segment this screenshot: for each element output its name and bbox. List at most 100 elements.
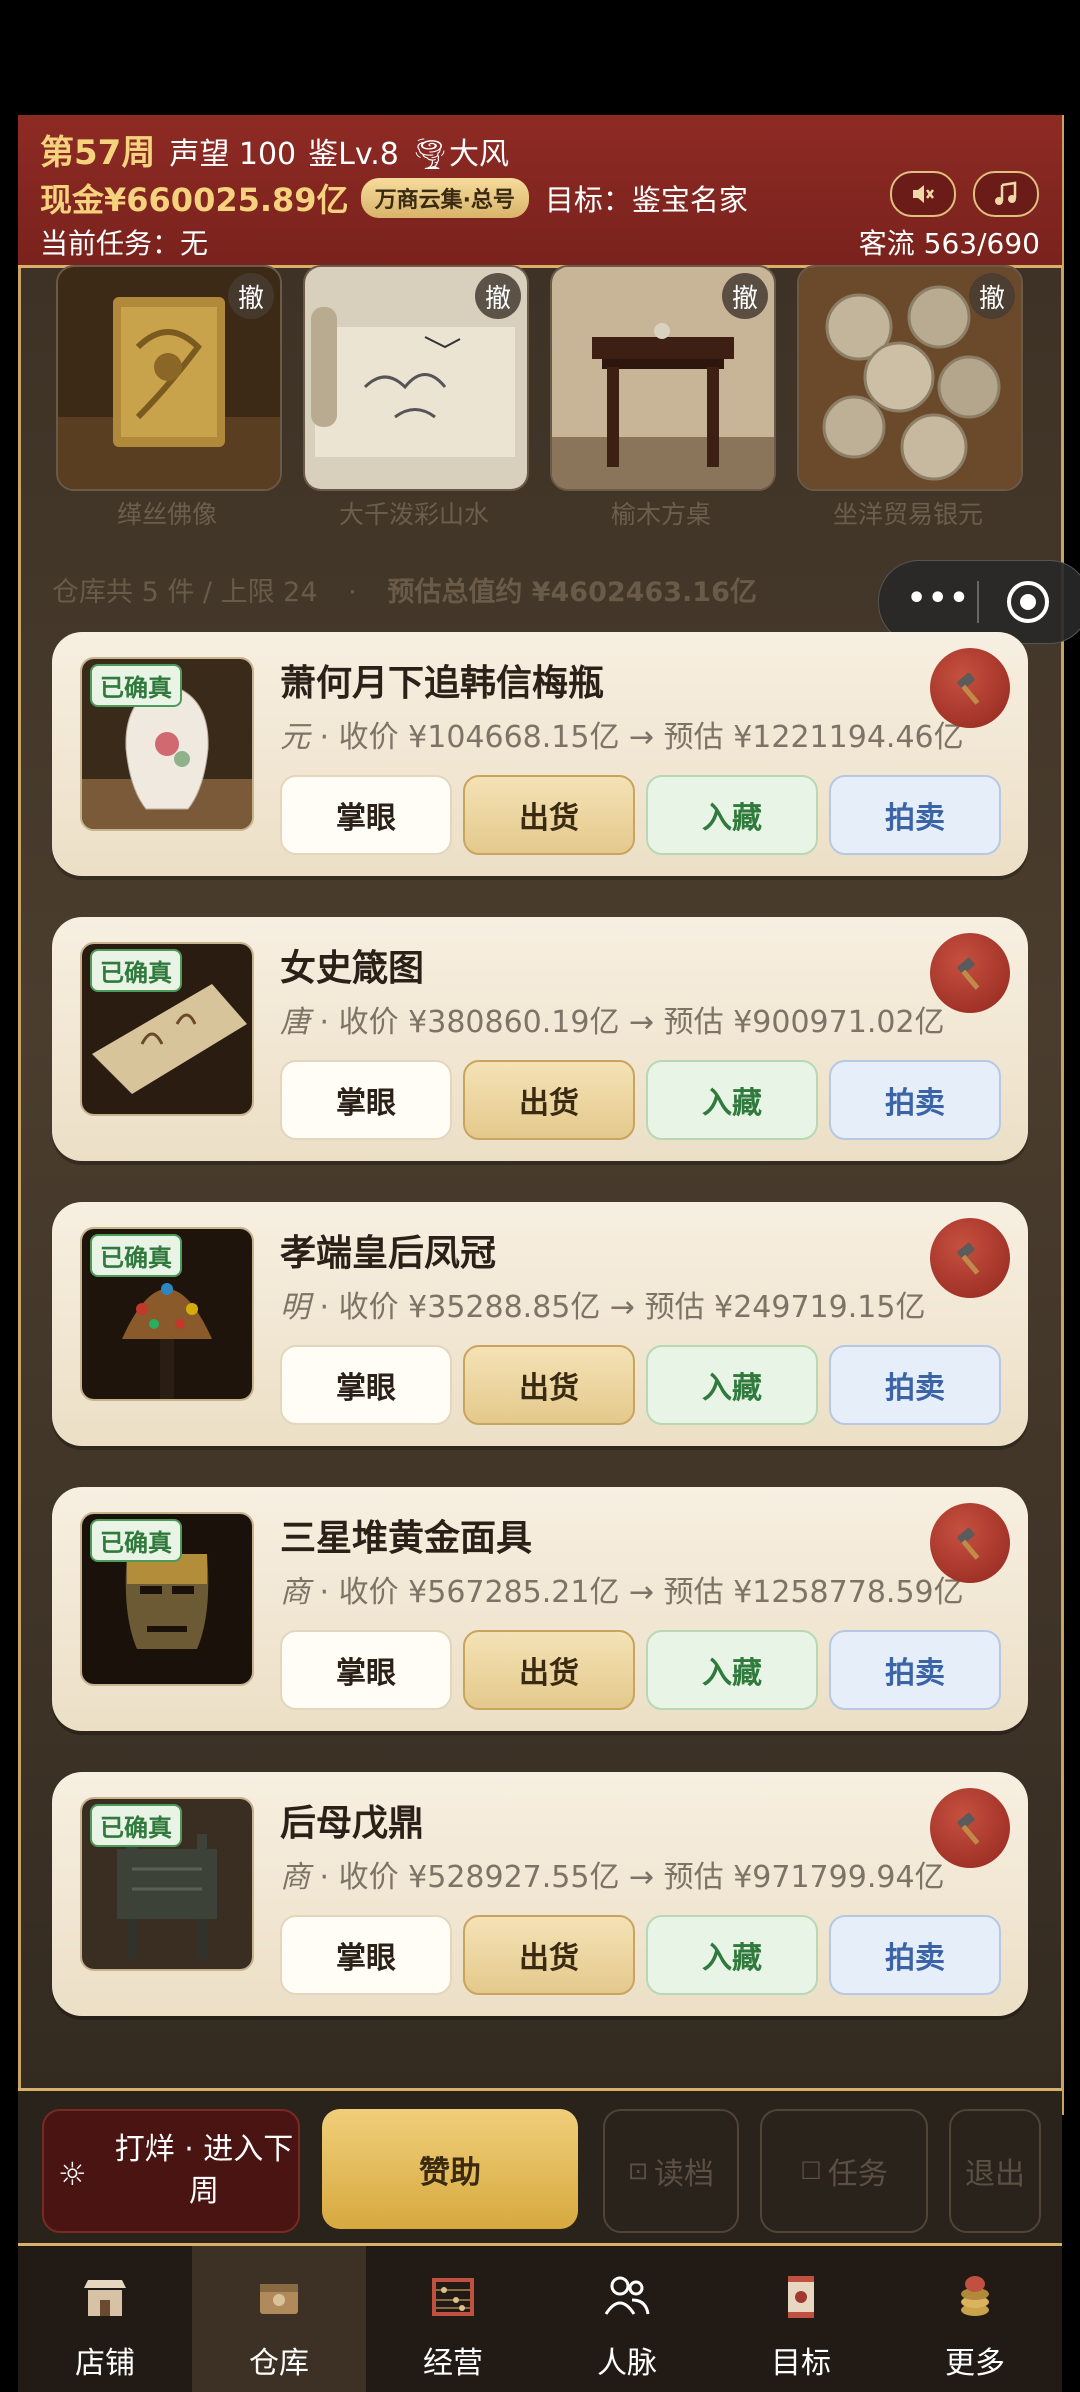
collect-button[interactable]: 入藏 bbox=[646, 1915, 818, 1995]
undo-button[interactable]: 撤 bbox=[228, 273, 274, 319]
sun-icon: ☼ bbox=[58, 2155, 87, 2193]
verified-tag: 已确真 bbox=[90, 1804, 182, 1847]
shelf-item-name: 榆木方桌 bbox=[610, 500, 711, 529]
auction-hammer-button[interactable] bbox=[930, 1503, 1010, 1583]
inventory-card: 已确真 后母戊鼎 商 · 收价 ¥528927.55亿 → 预估 ¥971799… bbox=[52, 1772, 1028, 2016]
collect-button[interactable]: 入藏 bbox=[646, 1630, 818, 1710]
tab-network[interactable]: 人脉 bbox=[540, 2246, 714, 2392]
collect-button[interactable]: 入藏 bbox=[646, 775, 818, 855]
more-menu-button[interactable]: ••• bbox=[907, 581, 971, 616]
inspect-button[interactable]: 掌眼 bbox=[280, 1345, 452, 1425]
customer-flow-label: 客流 563/690 bbox=[858, 227, 1040, 260]
hammer-icon bbox=[957, 1242, 980, 1275]
tab-goals[interactable]: 目标 bbox=[714, 2246, 888, 2392]
item-dynasty: 商 bbox=[280, 1860, 310, 1895]
shelf-item-name: 大千泼彩山水 bbox=[338, 500, 489, 529]
auction-button[interactable]: 拍卖 bbox=[829, 1060, 1001, 1140]
shelf-item-name: 缂丝佛像 bbox=[116, 500, 217, 529]
sell-button[interactable]: 出货 bbox=[463, 1060, 635, 1140]
verified-tag: 已确真 bbox=[90, 1234, 182, 1277]
item-dynasty: 明 bbox=[280, 1290, 310, 1325]
load-save-label: 读档 bbox=[654, 2157, 715, 2192]
tab-shop[interactable]: 店铺 bbox=[18, 2246, 192, 2392]
item-price-info: · 收价 ¥380860.19亿 → 预估 ¥900971.02亿 bbox=[310, 1005, 945, 1040]
close-shop-button[interactable]: ☼ 打烊 · 进入下周 bbox=[42, 2109, 300, 2233]
undo-button[interactable]: 撤 bbox=[969, 273, 1015, 319]
shop-icon bbox=[84, 2280, 126, 2316]
item-price-info: · 收价 ¥528927.55亿 → 预估 ¥971799.94亿 bbox=[310, 1860, 945, 1895]
scroll-target-icon bbox=[788, 2276, 814, 2318]
item-price-info: · 收价 ¥104668.15亿 → 预估 ¥1221194.46亿 bbox=[310, 720, 964, 755]
auction-hammer-button[interactable] bbox=[930, 648, 1010, 728]
auction-hammer-button[interactable] bbox=[930, 933, 1010, 1013]
shelf-item-name: 坐洋贸易银元 bbox=[832, 500, 983, 529]
hammer-icon bbox=[957, 672, 980, 705]
tab-label: 人脉 bbox=[597, 2346, 657, 2381]
item-meta: 商 · 收价 ¥567285.21亿 → 预估 ¥1258778.59亿 bbox=[280, 1567, 1020, 1611]
sell-button[interactable]: 出货 bbox=[463, 1630, 635, 1710]
inspect-button[interactable]: 掌眼 bbox=[280, 1060, 452, 1140]
undo-button[interactable]: 撤 bbox=[722, 273, 768, 319]
tab-label: 经营 bbox=[423, 2346, 483, 2381]
header-stats-row: 第57周 声望 100 鉴Lv.8 🌪大风 bbox=[40, 125, 509, 174]
item-meta: 唐 · 收价 ¥380860.19亿 → 预估 ¥900971.02亿 bbox=[280, 997, 1020, 1041]
shelf-item[interactable]: 撤 大千泼彩山水 bbox=[303, 265, 529, 531]
auction-hammer-button[interactable] bbox=[930, 1788, 1010, 1868]
close-miniprogram-icon[interactable] bbox=[1007, 581, 1049, 623]
sponsor-button[interactable]: 赞助 bbox=[322, 2109, 578, 2229]
cash-label: 现金¥660025.89亿 bbox=[40, 181, 349, 219]
shelf-item-image: 撤 bbox=[56, 265, 282, 491]
current-task-label: 当前任务：无 bbox=[40, 227, 209, 260]
tab-more[interactable]: 更多 bbox=[888, 2246, 1062, 2392]
shelf-item[interactable]: 撤 榆木方桌 bbox=[550, 265, 776, 531]
verified-tag: 已确真 bbox=[90, 949, 182, 992]
item-meta: 元 · 收价 ¥104668.15亿 → 预估 ¥1221194.46亿 bbox=[280, 712, 1020, 756]
music-note-icon bbox=[995, 181, 1017, 205]
undo-button[interactable]: 撤 bbox=[475, 273, 521, 319]
item-title: 后母戊鼎 bbox=[280, 1803, 425, 1844]
store-badge[interactable]: 万商云集·总号 bbox=[360, 178, 529, 218]
close-shop-label: 打烊 · 进入下周 bbox=[114, 2132, 294, 2209]
tab-business[interactable]: 经营 bbox=[366, 2246, 540, 2392]
mute-button[interactable] bbox=[890, 171, 956, 217]
tab-label: 目标 bbox=[771, 2346, 831, 2381]
item-price-info: · 收价 ¥35288.85亿 → 预估 ¥249719.15亿 bbox=[310, 1290, 926, 1325]
inspect-button[interactable]: 掌眼 bbox=[280, 775, 452, 855]
estimated-total: 预估总值约 ¥4602463.16亿 bbox=[387, 577, 757, 608]
inspect-button[interactable]: 掌眼 bbox=[280, 1915, 452, 1995]
collect-button[interactable]: 入藏 bbox=[646, 1345, 818, 1425]
verified-tag: 已确真 bbox=[90, 1519, 182, 1562]
inventory-card: 已确真 孝端皇后凤冠 明 · 收价 ¥35288.85亿 → 预估 ¥24971… bbox=[52, 1202, 1028, 1446]
warehouse-summary: 仓库共 5 件 / 上限 24 · 预估总值约 ¥4602463.16亿 bbox=[52, 570, 757, 609]
inspect-button[interactable]: 掌眼 bbox=[280, 1630, 452, 1710]
capsule-divider bbox=[977, 581, 979, 623]
music-button[interactable] bbox=[973, 171, 1039, 217]
auction-button[interactable]: 拍卖 bbox=[829, 1915, 1001, 1995]
collect-button[interactable]: 入藏 bbox=[646, 1060, 818, 1140]
load-save-button[interactable]: ⊡ 读档 bbox=[603, 2109, 739, 2233]
auction-hammer-button[interactable] bbox=[930, 1218, 1010, 1298]
sell-button[interactable]: 出货 bbox=[463, 1345, 635, 1425]
auction-button[interactable]: 拍卖 bbox=[829, 775, 1001, 855]
item-price-info: · 收价 ¥567285.21亿 → 预估 ¥1258778.59亿 bbox=[310, 1575, 964, 1610]
exit-button[interactable]: 退出 bbox=[949, 2109, 1041, 2233]
item-title: 女史箴图 bbox=[280, 948, 425, 989]
tasks-label: 任务 bbox=[827, 2157, 888, 2192]
item-dynasty: 商 bbox=[280, 1575, 310, 1610]
sell-button[interactable]: 出货 bbox=[463, 1915, 635, 1995]
bottom-tab-bar: 店铺 仓库 经营 人脉 目标 更多 bbox=[18, 2246, 1062, 2392]
status-bar-area bbox=[0, 0, 1080, 115]
inventory-card: 已确真 女史箴图 唐 · 收价 ¥380860.19亿 → 预估 ¥900971… bbox=[52, 917, 1028, 1161]
tab-warehouse[interactable]: 仓库 bbox=[192, 2246, 366, 2392]
checkbox-icon: ☐ bbox=[800, 2157, 822, 2185]
appraise-level-label: 鉴Lv.8 bbox=[308, 137, 399, 172]
auction-button[interactable]: 拍卖 bbox=[829, 1345, 1001, 1425]
sell-button[interactable]: 出货 bbox=[463, 775, 635, 855]
item-title: 孝端皇后凤冠 bbox=[280, 1233, 497, 1274]
hammer-icon bbox=[957, 1812, 980, 1845]
shelf-item[interactable]: 撤 缂丝佛像 bbox=[56, 265, 282, 531]
tasks-button[interactable]: ☐ 任务 bbox=[760, 2109, 928, 2233]
auction-button[interactable]: 拍卖 bbox=[829, 1630, 1001, 1710]
shelf-item[interactable]: 撤 坐洋贸易银元 bbox=[797, 265, 1023, 531]
header-cash-row: 现金¥660025.89亿 万商云集·总号 目标：鉴宝名家 bbox=[40, 175, 748, 221]
